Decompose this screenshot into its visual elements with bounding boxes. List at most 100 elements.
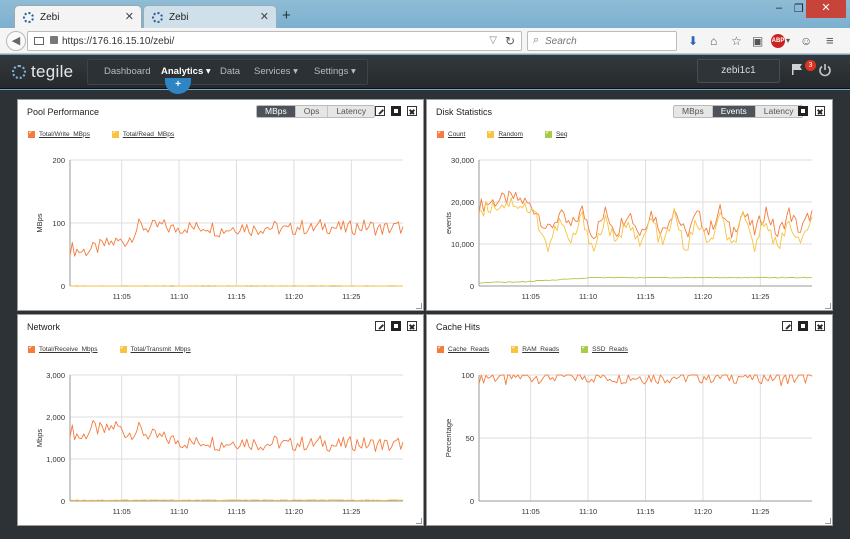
x-tick-label: 11:05 bbox=[522, 507, 540, 516]
power-icon[interactable] bbox=[818, 63, 832, 77]
y-axis-label: MBps bbox=[35, 213, 44, 232]
cache-hits-panel: Cache Hits Cache_Reads RAM_Reads SSD_Rea… bbox=[426, 314, 833, 526]
home-icon[interactable]: ⌂ bbox=[710, 34, 717, 48]
x-tick-label: 11:10 bbox=[170, 507, 188, 516]
minimize-icon[interactable]: – bbox=[776, 2, 782, 14]
app-header: tegile Dashboard Analytics ▾ Data Servic… bbox=[0, 55, 850, 89]
nav-data[interactable]: Data bbox=[220, 66, 240, 77]
x-tick-label: 11:20 bbox=[694, 292, 712, 301]
disk-statistics-panel: Disk Statistics MBps Events Latency Coun… bbox=[426, 99, 833, 311]
tab-close-icon[interactable]: ✕ bbox=[125, 10, 134, 23]
y-tick-label: 100 bbox=[461, 371, 474, 380]
y-tick-label: 100 bbox=[52, 219, 65, 228]
chevron-down-icon: ▾ bbox=[205, 66, 211, 77]
x-tick-label: 11:05 bbox=[113, 292, 131, 301]
y-tick-label: 3,000 bbox=[46, 371, 65, 380]
x-tick-label: 11:05 bbox=[522, 292, 540, 301]
chevron-down-icon: ▾ bbox=[350, 66, 356, 77]
resize-handle-icon[interactable] bbox=[416, 518, 422, 524]
y-axis-label: Mbps bbox=[35, 429, 44, 448]
url-dropdown-icon[interactable]: ▽ bbox=[489, 35, 497, 46]
y-tick-label: 50 bbox=[466, 434, 474, 443]
zebi-favicon-icon bbox=[152, 11, 163, 23]
clipboard-icon[interactable]: ▣ bbox=[752, 34, 763, 48]
tab-title: Zebi bbox=[169, 11, 189, 23]
abp-dropdown-icon[interactable]: ▾ bbox=[786, 36, 790, 45]
y-tick-label: 10,000 bbox=[451, 240, 474, 249]
search-box[interactable]: ⌕ bbox=[527, 31, 677, 51]
window-close-icon[interactable]: ✕ bbox=[806, 0, 846, 18]
x-tick-label: 11:25 bbox=[751, 292, 769, 301]
y-tick-label: 20,000 bbox=[451, 198, 474, 207]
resize-handle-icon[interactable] bbox=[825, 303, 831, 309]
lock-icon bbox=[50, 36, 58, 44]
x-tick-label: 11:10 bbox=[170, 292, 188, 301]
x-tick-label: 11:25 bbox=[342, 292, 360, 301]
tab-close-icon[interactable]: ✕ bbox=[260, 10, 269, 23]
tegile-logo[interactable]: tegile bbox=[12, 62, 73, 82]
cache-hits-chart: 0 50 100 11:05 11:10 11:15 11:20 11:25 Percentag… bbox=[444, 371, 813, 516]
tab-title: Zebi bbox=[40, 11, 60, 23]
y-axis-label: events bbox=[444, 212, 453, 234]
x-tick-label: 11:25 bbox=[751, 507, 769, 516]
zebi-favicon-icon bbox=[23, 11, 34, 23]
network-panel: Network Total/Receive_Mbps Total/Transmi… bbox=[17, 314, 424, 526]
pool-performance-panel: Pool Performance MBps Ops Latency Total/… bbox=[17, 99, 424, 311]
y-axis-label: Percentage bbox=[444, 419, 453, 457]
address-bar[interactable]: https://176.16.15.10/zebi/ ▽ ↻ bbox=[27, 31, 522, 51]
x-tick-label: 11:15 bbox=[227, 507, 245, 516]
search-icon: ⌕ bbox=[533, 34, 540, 46]
search-input[interactable] bbox=[545, 34, 670, 48]
y-tick-label: 0 bbox=[61, 497, 65, 506]
nav-dashboard[interactable]: Dashboard bbox=[104, 66, 150, 77]
user-name-box[interactable]: zebi1c1 bbox=[697, 59, 780, 83]
x-tick-label: 11:20 bbox=[694, 507, 712, 516]
x-tick-label: 11:05 bbox=[113, 507, 131, 516]
x-tick-label: 11:15 bbox=[227, 292, 245, 301]
address-url[interactable]: https://176.16.15.10/zebi/ bbox=[62, 36, 174, 47]
y-tick-label: 1,000 bbox=[46, 455, 65, 464]
main-navigation: Dashboard Analytics ▾ Data Services ▾ Se… bbox=[87, 59, 368, 85]
disk-statistics-chart: 0 10,000 20,000 30,000 11:05 11:10 11:15 11:20 1… bbox=[444, 156, 813, 301]
x-tick-label: 11:25 bbox=[342, 507, 360, 516]
y-tick-label: 200 bbox=[52, 156, 65, 165]
browser-tab-active[interactable]: Zebi ✕ bbox=[14, 5, 142, 28]
new-tab-icon[interactable]: + bbox=[282, 7, 291, 24]
tegile-logo-icon bbox=[12, 65, 26, 79]
flag-icon bbox=[792, 64, 802, 75]
back-arrow-icon[interactable]: ◀ bbox=[6, 31, 26, 51]
alerts-button[interactable]: 3 bbox=[789, 60, 816, 82]
resize-handle-icon[interactable] bbox=[416, 303, 422, 309]
x-tick-label: 11:15 bbox=[636, 292, 654, 301]
nav-analytics[interactable]: Analytics ▾ bbox=[161, 66, 211, 77]
browser-tab-inactive[interactable]: Zebi ✕ bbox=[143, 5, 277, 28]
alert-count-badge: 3 bbox=[805, 60, 816, 71]
y-tick-label: 0 bbox=[470, 282, 474, 291]
site-info-icon[interactable] bbox=[34, 37, 44, 45]
y-tick-label: 0 bbox=[470, 497, 474, 506]
browser-tab-bar: Zebi ✕ Zebi ✕ + – ❐ ✕ bbox=[0, 0, 850, 28]
chevron-down-icon: ▾ bbox=[293, 66, 298, 77]
browser-navigation-bar: ◀ https://176.16.15.10/zebi/ ▽ ↻ ⌕ ⬇ ⌂ ☆… bbox=[0, 28, 850, 54]
nav-settings[interactable]: Settings ▾ bbox=[314, 66, 356, 77]
resize-handle-icon[interactable] bbox=[825, 518, 831, 524]
nav-services[interactable]: Services ▾ bbox=[254, 66, 298, 77]
x-tick-label: 11:10 bbox=[579, 507, 597, 516]
download-arrow-icon[interactable]: ⬇ bbox=[688, 34, 698, 48]
y-tick-label: 2,000 bbox=[46, 413, 65, 422]
maximize-icon[interactable]: ❐ bbox=[794, 2, 804, 15]
x-tick-label: 11:20 bbox=[285, 292, 303, 301]
reload-icon[interactable]: ↻ bbox=[505, 34, 515, 48]
y-tick-label: 0 bbox=[61, 282, 65, 291]
chat-smiley-icon[interactable]: ☺ bbox=[800, 34, 812, 48]
adblock-icon[interactable]: ABP bbox=[771, 34, 785, 48]
dashboard-area: Pool Performance MBps Ops Latency Total/… bbox=[0, 90, 850, 539]
bookmark-star-icon[interactable]: ☆ bbox=[731, 34, 742, 48]
y-tick-label: 30,000 bbox=[451, 156, 474, 165]
pool-performance-chart: 0 100 200 11:05 11:10 11:15 11:20 11:25 MBps bbox=[35, 156, 404, 301]
x-tick-label: 11:10 bbox=[579, 292, 597, 301]
x-tick-label: 11:15 bbox=[636, 507, 654, 516]
network-chart: 0 1,000 2,000 3,000 11:05 11:10 11:15 11:20 11:2… bbox=[35, 371, 404, 516]
hamburger-menu-icon[interactable]: ≡ bbox=[826, 33, 834, 48]
logo-text: tegile bbox=[31, 62, 74, 81]
